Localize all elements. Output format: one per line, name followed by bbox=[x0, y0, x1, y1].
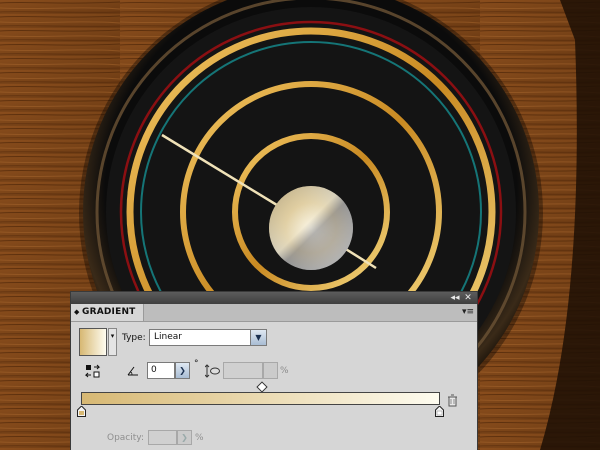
collapse-icon[interactable]: ◂◂ bbox=[449, 292, 461, 304]
panel-titlebar[interactable]: ◂◂ ✕ bbox=[71, 292, 477, 304]
opacity-unit: % bbox=[195, 433, 204, 443]
panel-tabrow: ◆ GRADIENT ▾≡ bbox=[71, 304, 477, 322]
gradient-swatch[interactable] bbox=[79, 328, 107, 356]
aspect-ratio-unit: % bbox=[280, 366, 289, 376]
tab-gradient[interactable]: ◆ GRADIENT bbox=[71, 304, 144, 321]
type-label: Type: bbox=[122, 333, 146, 343]
opacity-label: Opacity: bbox=[107, 433, 144, 443]
type-select[interactable]: Linear ▼ bbox=[149, 329, 267, 346]
angle-dropdown-button[interactable]: ❯ bbox=[175, 362, 190, 379]
gradient-slider[interactable] bbox=[81, 392, 440, 405]
angle-icon bbox=[127, 366, 138, 376]
type-select-value: Linear bbox=[154, 332, 182, 342]
close-icon[interactable]: ✕ bbox=[462, 292, 474, 304]
chevron-down-icon[interactable]: ▼ bbox=[250, 330, 266, 345]
tab-gradient-label: GRADIENT bbox=[82, 307, 136, 317]
gradient-midpoint-handle[interactable] bbox=[256, 381, 268, 393]
aspect-ratio-field[interactable] bbox=[223, 362, 263, 379]
gradient-stop-right[interactable] bbox=[435, 406, 444, 417]
delete-stop-icon[interactable] bbox=[447, 394, 458, 407]
aspect-ratio-dropdown-button[interactable] bbox=[263, 362, 278, 379]
opacity-field[interactable] bbox=[148, 430, 177, 445]
tab-options-icon[interactable]: ◆ bbox=[74, 304, 79, 321]
aspect-ratio-icon bbox=[205, 364, 220, 378]
angle-field[interactable]: 0 bbox=[147, 362, 175, 379]
gradient-panel: ◂◂ ✕ ◆ GRADIENT ▾≡ ▾ Type: Linear ▼ 0 ❯ … bbox=[70, 291, 478, 450]
degree-symbol: ° bbox=[194, 359, 199, 369]
swatch-dropdown-button[interactable]: ▾ bbox=[108, 328, 117, 356]
opacity-dropdown-button[interactable]: ❯ bbox=[177, 430, 192, 445]
reverse-gradient-icon[interactable] bbox=[85, 364, 101, 378]
panel-menu-icon[interactable]: ▾≡ bbox=[462, 306, 474, 318]
gradient-stop-left[interactable] bbox=[77, 406, 86, 417]
